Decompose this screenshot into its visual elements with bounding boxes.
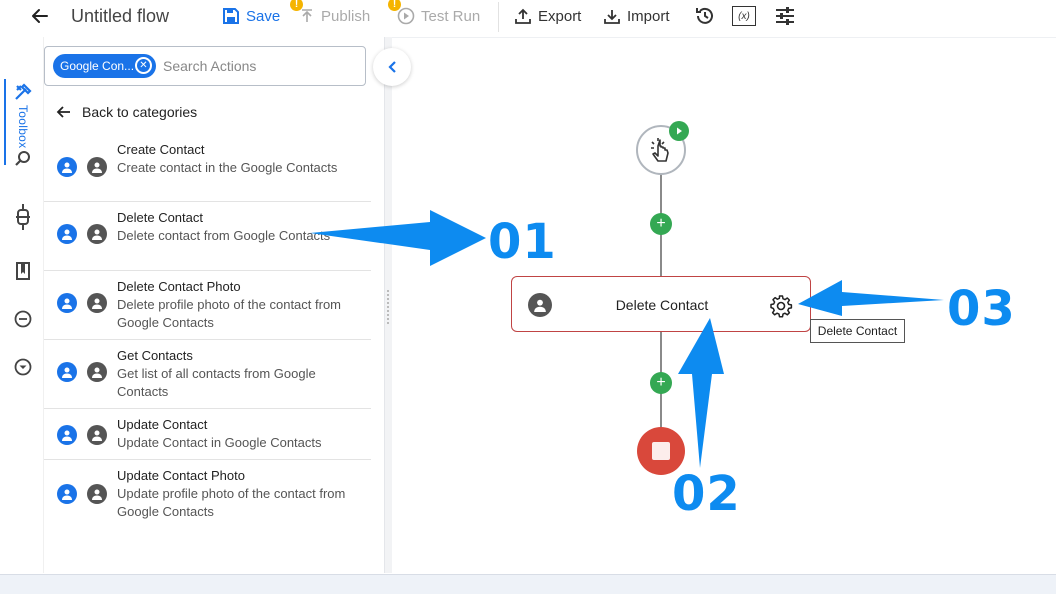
collapse-panel-button[interactable] <box>373 48 411 86</box>
pointer-click-icon <box>651 138 669 162</box>
import-label: Import <box>627 7 670 25</box>
variables-button[interactable]: (x) <box>732 0 756 32</box>
sliders-icon <box>776 7 794 25</box>
account-icon <box>528 293 552 317</box>
account-icon <box>87 224 107 244</box>
user-icon <box>57 157 77 177</box>
download-icon <box>604 10 620 24</box>
rail-connectors[interactable] <box>13 204 33 230</box>
action-title: Delete Contact <box>117 210 203 225</box>
action-description: Update profile photo of the contact from… <box>117 486 346 519</box>
action-description: Delete profile photo of the contact from… <box>117 297 342 330</box>
bottom-strip <box>0 574 1056 594</box>
test-run-button[interactable]: ! Test Run <box>388 0 481 32</box>
flow-editor: Untitled flow Save ! Publish ! Test Run … <box>0 0 1056 594</box>
tooltip: Delete Contact <box>810 319 905 343</box>
action-title: Update Contact <box>117 417 208 432</box>
list-item-get-contacts[interactable]: Get Contacts Get list of all contacts fr… <box>44 340 371 409</box>
rail-tab-toolbox[interactable]: Toolbox <box>10 83 36 148</box>
account-icon <box>87 425 107 445</box>
filter-chip-label: Google Con... <box>60 59 135 73</box>
action-title: Get Contacts <box>117 348 193 363</box>
import-button[interactable]: Import <box>603 0 670 32</box>
resize-grip[interactable] <box>387 290 389 324</box>
save-button[interactable]: Save <box>222 0 280 32</box>
play-icon[interactable] <box>669 121 689 141</box>
action-title: Delete Contact Photo <box>117 279 241 294</box>
chevron-left-icon <box>388 61 396 73</box>
play-circle-icon <box>397 7 415 25</box>
tools-icon <box>15 83 32 100</box>
back-to-categories-label: Back to categories <box>82 104 198 120</box>
publish-button[interactable]: ! Publish <box>290 0 371 32</box>
user-icon <box>57 484 77 504</box>
list-item-update-contact-photo[interactable]: Update Contact Photo Update profile phot… <box>44 460 371 530</box>
toolbar-divider <box>498 2 499 32</box>
search-actions-input[interactable] <box>163 55 353 77</box>
top-toolbar: Untitled flow Save ! Publish ! Test Run … <box>0 0 1056 34</box>
list-item-create-contact[interactable]: Create Contact Create contact in the Goo… <box>44 137 371 202</box>
action-title: Create Contact <box>117 142 205 157</box>
minus-circle-icon <box>14 310 32 328</box>
list-item-delete-contact[interactable]: Delete Contact Delete contact from Googl… <box>44 202 371 271</box>
settings-button[interactable] <box>774 0 796 32</box>
user-icon <box>57 224 77 244</box>
arrow-left-icon <box>56 106 70 118</box>
action-description: Delete contact from Google Contacts <box>117 228 331 243</box>
save-icon <box>223 8 239 24</box>
action-list: Create Contact Create contact in the Goo… <box>44 137 371 530</box>
user-icon <box>57 362 77 382</box>
node-label: Delete Contact <box>615 297 709 313</box>
account-icon <box>87 362 107 382</box>
action-node-delete-contact[interactable]: Delete Contact <box>511 276 811 332</box>
document-icon <box>16 262 30 280</box>
rail-dropdown[interactable] <box>13 357 33 377</box>
user-icon <box>57 425 77 445</box>
list-item-update-contact[interactable]: Update Contact Update Contact in Google … <box>44 409 371 460</box>
save-label: Save <box>246 7 281 25</box>
test-run-label: Test Run <box>421 7 481 25</box>
close-icon[interactable]: ✕ <box>135 57 152 74</box>
chevron-circle-down-icon <box>14 358 32 376</box>
annotation-label-01: 01 <box>488 214 557 270</box>
rail-search[interactable] <box>13 149 33 169</box>
stop-icon <box>652 442 670 460</box>
back-to-categories-link[interactable]: Back to categories <box>56 102 197 122</box>
publish-icon <box>302 9 312 22</box>
flow-title[interactable]: Untitled flow <box>71 0 169 32</box>
rail-toolbox-label: Toolbox <box>16 105 30 149</box>
left-rail: Toolbox <box>0 37 44 573</box>
rail-minus[interactable] <box>13 309 33 329</box>
publish-label: Publish <box>321 7 371 25</box>
upload-icon <box>515 8 531 24</box>
action-title: Update Contact Photo <box>117 468 245 483</box>
account-icon <box>87 484 107 504</box>
rail-active-indicator <box>4 79 6 165</box>
filter-chip-google-contacts[interactable]: Google Con... ✕ <box>53 54 156 78</box>
export-button[interactable]: Export <box>514 0 581 32</box>
account-icon <box>87 157 107 177</box>
annotation-label-02: 02 <box>672 466 741 522</box>
variables-icon-text: (x) <box>738 10 750 22</box>
account-icon <box>87 293 107 313</box>
history-button[interactable] <box>694 0 716 32</box>
user-icon <box>57 293 77 313</box>
export-label: Export <box>538 7 582 25</box>
annotation-label-03: 03 <box>947 281 1016 337</box>
gear-icon[interactable] <box>768 293 794 319</box>
arrow-left-icon <box>32 9 48 23</box>
search-icon <box>15 151 30 166</box>
action-description: Update Contact in Google Contacts <box>117 435 322 450</box>
add-step-button[interactable]: + <box>650 213 672 235</box>
rail-pages[interactable] <box>13 261 33 281</box>
add-step-button[interactable]: + <box>650 372 672 394</box>
back-button[interactable] <box>30 0 50 32</box>
variables-icon: (x) <box>732 6 756 26</box>
search-box[interactable]: Google Con... ✕ <box>44 46 366 86</box>
plug-icon <box>16 204 30 230</box>
list-item-delete-contact-photo[interactable]: Delete Contact Photo Delete profile phot… <box>44 271 371 340</box>
history-icon <box>696 7 713 24</box>
action-description: Create contact in the Google Contacts <box>117 160 338 175</box>
action-description: Get list of all contacts from Google Con… <box>117 366 316 399</box>
